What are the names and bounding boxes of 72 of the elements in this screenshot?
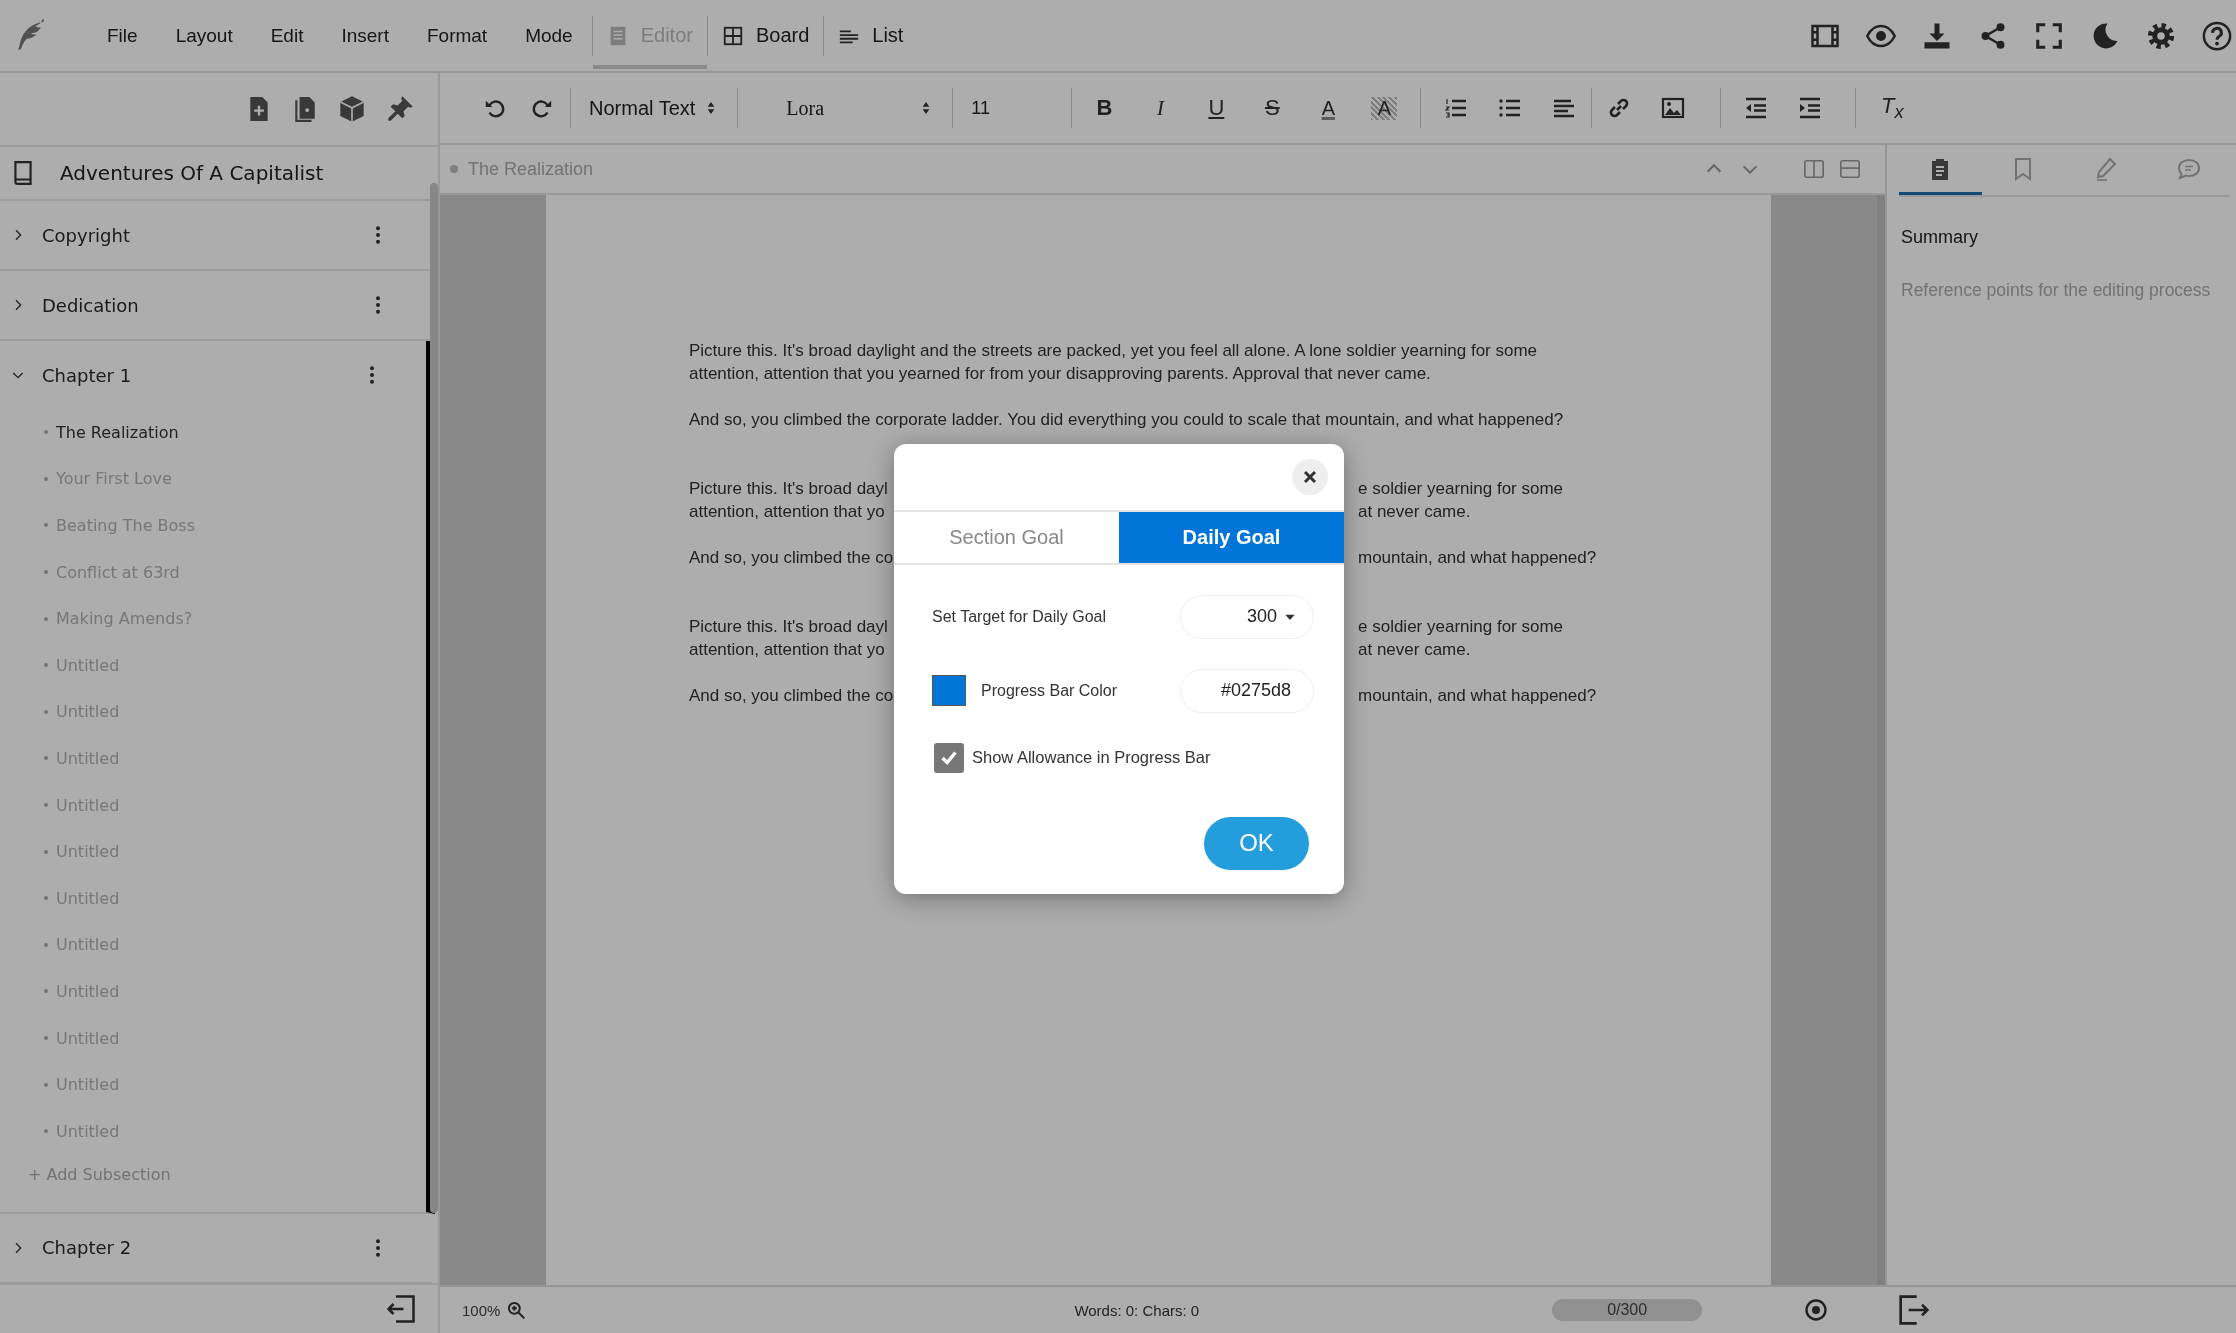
font-size-field[interactable]: 11 <box>961 88 1064 128</box>
color-swatch[interactable] <box>932 675 966 706</box>
chapter-title[interactable]: Chapter 2 <box>42 1237 352 1258</box>
panel-heading: Summary <box>1901 227 1979 248</box>
chapter-title[interactable]: Copyright <box>42 224 352 246</box>
bold-button[interactable]: B <box>1076 95 1133 121</box>
menu-item[interactable]: Format <box>407 24 507 47</box>
menu-item[interactable]: Mode <box>506 24 592 47</box>
text-color-button[interactable]: A <box>1300 96 1357 120</box>
split-columns-icon[interactable] <box>1803 158 1825 180</box>
italic-button[interactable]: I <box>1132 95 1189 121</box>
fullscreen-icon[interactable] <box>2034 20 2064 51</box>
split-rows-icon[interactable] <box>1839 158 1861 180</box>
field-label: Set Target for Daily Goal <box>932 607 1107 626</box>
undo-icon[interactable] <box>484 97 506 119</box>
paragraph-style-select[interactable]: Normal Text <box>579 88 730 128</box>
menu-item[interactable]: Insert <box>322 24 408 47</box>
bulleted-list-icon[interactable] <box>1498 96 1523 120</box>
field-label: Progress Bar Color <box>981 681 1119 700</box>
scrollbar[interactable] <box>1877 195 1885 1285</box>
progress-text: 0/300 <box>1607 1301 1648 1319</box>
paragraph: Picture this. It's broad daylight and the streets are packed, yet you feel all alone. A lone soldier yearning for some attention, attention that you yearned for from your disapproving parents. Approval that never came. <box>689 340 1539 385</box>
strikethrough-button[interactable]: S <box>1244 95 1301 121</box>
comment-icon <box>2176 156 2201 181</box>
section-breadcrumb: The Realization <box>468 158 594 180</box>
book-title: Adventures Of A Capitalist <box>60 161 324 185</box>
numbered-list-icon[interactable] <box>1444 96 1469 120</box>
redo-icon[interactable] <box>531 97 553 119</box>
paragraph-fragment: And so, you climbed the co <box>689 547 892 569</box>
image-icon[interactable] <box>1661 96 1686 120</box>
documents-icon[interactable] <box>292 96 318 122</box>
paragraph-fragment: Picture this. It's broad dayl attention, attention that yo <box>689 478 889 523</box>
chapter-title[interactable]: Dedication <box>42 294 352 316</box>
menu-item[interactable]: Layout <box>156 24 252 47</box>
highlight-button[interactable]: A <box>1371 96 1398 120</box>
paragraph-fragment: And so, you climbed the co <box>689 685 892 707</box>
checkbox[interactable] <box>934 742 964 773</box>
paragraph-fragment: mountain, and what happened? <box>1358 685 1598 707</box>
target-select[interactable]: 300 <box>1180 594 1314 639</box>
pin-icon[interactable] <box>386 95 414 123</box>
underline-button[interactable]: U <box>1188 95 1245 121</box>
indent-icon[interactable] <box>1798 96 1823 120</box>
zoom-icon[interactable] <box>506 1300 527 1320</box>
font-select[interactable]: Lora <box>746 88 945 128</box>
settings-icon[interactable] <box>2146 20 2176 51</box>
target-icon[interactable] <box>1804 1298 1829 1322</box>
view-tab[interactable]: List <box>824 6 918 69</box>
cube-icon[interactable] <box>338 95 366 123</box>
clear-formatting-button[interactable]: T$_{x}$ <box>1864 92 1921 124</box>
paragraph-fragment: e soldier yearning for some at never came. <box>1358 616 1565 661</box>
close-button[interactable] <box>1292 458 1328 495</box>
subsection-item[interactable]: The Realization <box>0 409 426 456</box>
chapter-title[interactable]: Chapter 1 <box>42 364 346 386</box>
paragraph-fragment: Picture this. It's broad dayl attention, attention that yo <box>689 616 889 661</box>
collapse-sidebar-icon[interactable] <box>386 1294 416 1324</box>
word-count: Words: 0: Chars: 0 <box>1074 1301 1200 1319</box>
grid-icon <box>721 24 744 47</box>
view-tab[interactable]: Board <box>707 6 824 69</box>
checkbox-label: Show Allowance in Progress Bar <box>972 748 1211 767</box>
color-field[interactable]: #0275d8 <box>1180 668 1314 713</box>
outdent-icon[interactable] <box>1744 96 1769 120</box>
menu-item[interactable]: Edit <box>251 24 323 47</box>
paragraph-fragment: mountain, and what happened? <box>1358 547 1598 569</box>
expand-panel-icon[interactable] <box>1898 1294 1931 1326</box>
bullet-icon <box>450 165 458 173</box>
help-icon[interactable] <box>2202 20 2232 51</box>
menu-item[interactable]: File <box>88 24 157 47</box>
goal-tab[interactable]: Daily Goal <box>1119 511 1344 563</box>
paragraph: And so, you climbed the corporate ladder. You did everything you could to scale that mountain, and what happened? <box>689 409 1565 431</box>
zoom-level: 100% <box>462 1301 501 1319</box>
scrollbar[interactable] <box>430 183 438 1213</box>
paragraph-fragment: e soldier yearning for some at never came. <box>1358 478 1565 523</box>
